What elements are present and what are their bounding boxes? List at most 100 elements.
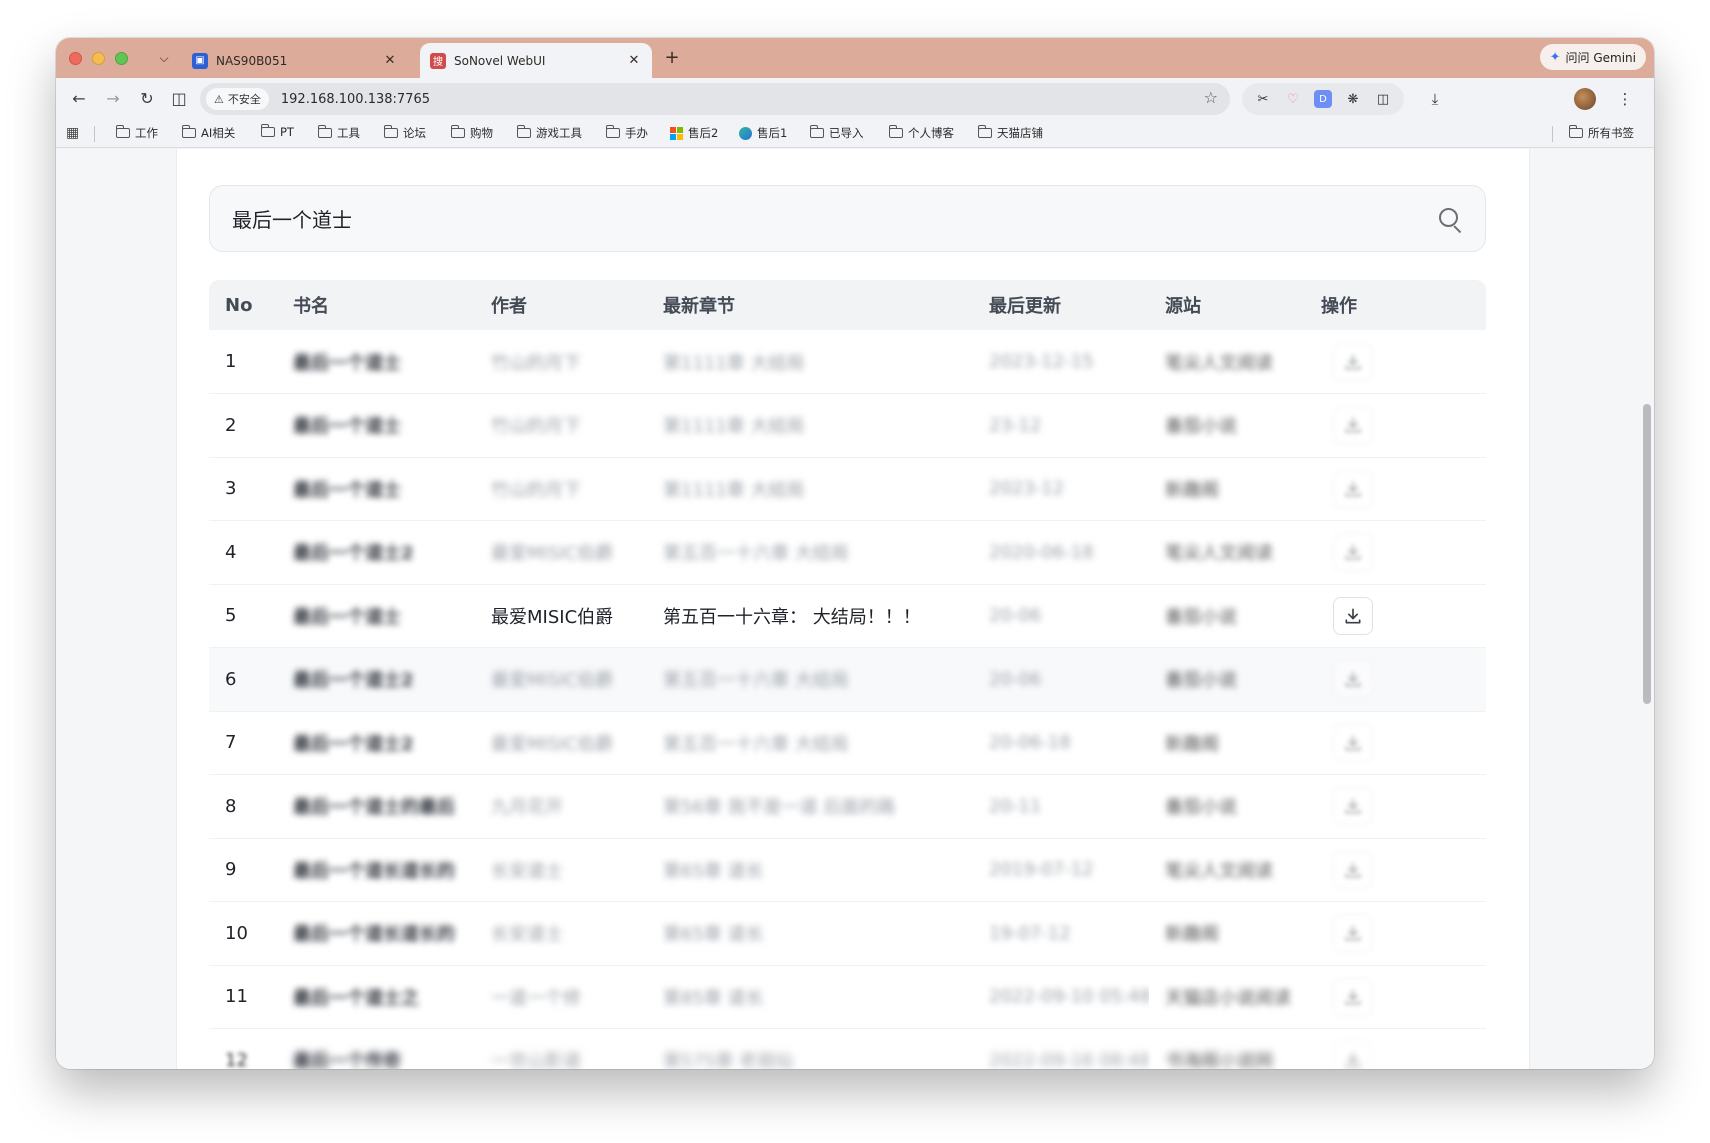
close-tab-icon[interactable]: ✕ — [626, 53, 642, 68]
row-updated: 2022-09-16 08:48 — [989, 1049, 1149, 1069]
tab-sonovel[interactable]: 搜 SoNovel WebUI ✕ — [420, 43, 652, 78]
new-tab-icon[interactable]: + — [661, 47, 683, 68]
cat-extension-icon[interactable]: ♡ — [1284, 90, 1302, 108]
close-window-button[interactable] — [69, 52, 82, 65]
download-button[interactable] — [1333, 342, 1373, 381]
search-box[interactable]: 最后一个道士 — [209, 185, 1486, 252]
table-row[interactable]: 6 最后一个道士2 最爱MISIC伯爵 第五百一十六章 大结局 20-06 番茄小说 — [209, 647, 1486, 711]
security-chip[interactable]: ⚠ 不安全 — [206, 88, 269, 110]
bookmark-folder[interactable]: 手办 — [605, 125, 648, 141]
row-title[interactable]: 最后一个道士的最后 — [293, 797, 455, 818]
openai-extension-icon[interactable]: ❋ — [1344, 90, 1362, 108]
bookmark-folder[interactable]: PT — [260, 124, 294, 139]
maximize-window-button[interactable] — [115, 52, 128, 65]
download-button[interactable] — [1333, 723, 1373, 762]
download-button[interactable] — [1333, 977, 1373, 1016]
scrollbar[interactable] — [1640, 149, 1654, 1069]
all-bookmarks[interactable]: 所有书签 — [1568, 125, 1634, 141]
search-icon[interactable] — [1437, 206, 1463, 232]
divider — [1552, 126, 1553, 142]
row-no: 4 — [225, 541, 237, 563]
download-button[interactable] — [1333, 596, 1373, 635]
download-button[interactable] — [1333, 914, 1373, 953]
bookmark-folder[interactable]: 个人博客 — [888, 125, 954, 141]
more-menu-icon[interactable]: ⋮ — [1612, 86, 1638, 112]
row-title[interactable]: 最后一个道士2 — [293, 543, 414, 564]
bookmark-star-icon[interactable]: ☆ — [1204, 88, 1218, 107]
bookmark-link[interactable]: 售后1 — [739, 125, 787, 141]
table-row[interactable]: 10 最后一个道长道长的 长安道士 第65章 道长 19-07-12 新趣阁 — [209, 902, 1486, 965]
download-button[interactable] — [1333, 850, 1373, 889]
table-row[interactable]: 2 最后一个道士 竹山的月下 第1111章 大结局 23-12 番茄小说 — [209, 394, 1486, 457]
row-title[interactable]: 最后一个道士2 — [293, 670, 414, 691]
table-row[interactable]: 11 最后一个道士之 一道一个修 第85章 道长 2022-09-10 05:48 天猫店… — [209, 965, 1486, 1029]
bookmark-folder[interactable]: 天猫店铺 — [977, 125, 1043, 141]
url-text[interactable]: 192.168.100.138:7765 — [281, 92, 430, 107]
row-title[interactable]: 最后一个传奇 — [293, 1051, 401, 1069]
bookmark-label: 售后2 — [688, 126, 719, 140]
download-button[interactable] — [1333, 533, 1373, 572]
row-title[interactable]: 最后一个道士2 — [293, 734, 414, 755]
table-row[interactable]: 4 最后一个道士2 最爱MISIC伯爵 第五百一十六章 大结局 2020-06-18 笔尖… — [209, 521, 1486, 584]
tab-nas[interactable]: ▣ NAS90B051 ✕ — [182, 43, 408, 78]
scrollbar-thumb[interactable] — [1643, 404, 1651, 704]
row-updated: 20-06-18 — [989, 732, 1071, 754]
table-row[interactable]: 1 最后一个道士 竹山的月下 第1111章 大结局 2023-12-15 笔尖人文阅读 — [209, 330, 1486, 394]
bookmark-folder[interactable]: 游戏工具 — [516, 125, 582, 141]
table-row[interactable]: 9 最后一个道长道长的 长安道士 第65章 道长 2019-07-12 笔尖人文阅读 — [209, 838, 1486, 902]
table-row[interactable]: 5 最后一个道士 最爱MISIC伯爵 第五百一十六章： 大结局！！！ 20-06 番茄小说 — [209, 584, 1486, 648]
download-button[interactable] — [1333, 469, 1373, 508]
table-row[interactable]: 7 最后一个道士2 最爱MISIC伯爵 第五百一十六章 大结局 20-06-18 新趣阁 — [209, 711, 1486, 775]
row-title[interactable]: 最后一个道士之 — [293, 988, 419, 1009]
puzzle-extensions-icon[interactable]: ◫ — [1374, 90, 1392, 108]
bookmark-folder[interactable]: 已导入 — [809, 125, 864, 141]
row-author: 竹山的月下 — [491, 352, 581, 374]
row-updated: 2020-06-18 — [989, 541, 1094, 563]
row-source: 新趣阁 — [1165, 733, 1219, 755]
close-tab-icon[interactable]: ✕ — [382, 53, 398, 68]
avatar[interactable] — [1574, 88, 1596, 110]
row-title[interactable]: 最后一个道士 — [293, 416, 401, 437]
gemini-button[interactable]: ✦ 问问 Gemini — [1539, 44, 1646, 70]
bookmark-folder[interactable]: 工具 — [317, 125, 360, 141]
download-button[interactable] — [1333, 1041, 1373, 1069]
download-button[interactable] — [1333, 406, 1373, 445]
split-view-icon[interactable]: ◫ — [166, 86, 192, 112]
content-card: 最后一个道士 No 书名 作者 最新章节 最后更新 源站 操作 1 最后一个道士… — [176, 149, 1530, 1069]
apps-grid-icon[interactable]: ▦ — [66, 125, 79, 141]
forward-arrow-icon[interactable]: → — [100, 86, 126, 112]
reload-icon[interactable]: ↻ — [134, 86, 160, 112]
bookmark-folder[interactable]: 论坛 — [383, 125, 426, 141]
col-source: 源站 — [1165, 296, 1201, 317]
download-button[interactable] — [1333, 787, 1373, 826]
address-bar[interactable]: ⚠ 不安全 192.168.100.138:7765 ☆ — [200, 83, 1230, 115]
row-no: 2 — [225, 414, 237, 436]
back-arrow-icon[interactable]: ← — [66, 86, 92, 112]
row-title[interactable]: 最后一个道士 — [293, 607, 401, 628]
download-icon[interactable]: ⤓ — [1422, 86, 1448, 112]
col-author: 作者 — [491, 296, 527, 317]
table-row[interactable]: 12 最后一个传奇 一世山影道 第575章 老祖仙 2022-09-16 08:48 书海… — [209, 1029, 1486, 1069]
minimize-window-button[interactable] — [92, 52, 105, 65]
bookmark-folder[interactable]: AI相关 — [181, 125, 235, 141]
bookmark-folder[interactable]: 购物 — [450, 125, 493, 141]
table-row[interactable]: 3 最后一个道士 竹山的月下 第1111章 大结局 2023-12 新趣阁 — [209, 457, 1486, 521]
table-row[interactable]: 8 最后一个道士的最后 九月花开 第56章 我不是一道 后面的路 20-11 番茄小说 — [209, 775, 1486, 838]
bookmark-link[interactable]: 售后2 — [670, 125, 718, 141]
screenshot-extension-icon[interactable]: ✂ — [1254, 90, 1272, 108]
bookmark-folder[interactable]: 工作 — [115, 125, 158, 141]
tab-search-chevron-icon[interactable]: ⌵ — [154, 48, 174, 68]
translate-extension-icon[interactable]: D — [1314, 90, 1332, 108]
row-author: 一道一个修 — [491, 987, 581, 1009]
row-title[interactable]: 最后一个道士 — [293, 480, 401, 501]
row-no: 11 — [225, 986, 248, 1008]
row-updated: 23-12 — [989, 414, 1042, 436]
download-button[interactable] — [1333, 660, 1373, 699]
row-title[interactable]: 最后一个道长道长的 — [293, 924, 455, 945]
row-title[interactable]: 最后一个道士 — [293, 353, 401, 374]
download-icon — [1343, 415, 1363, 435]
search-input[interactable]: 最后一个道士 — [232, 204, 1437, 233]
row-latest-chapter: 第575章 老祖仙 — [663, 1051, 794, 1069]
folder-icon — [516, 125, 531, 138]
row-title[interactable]: 最后一个道长道长的 — [293, 861, 455, 882]
